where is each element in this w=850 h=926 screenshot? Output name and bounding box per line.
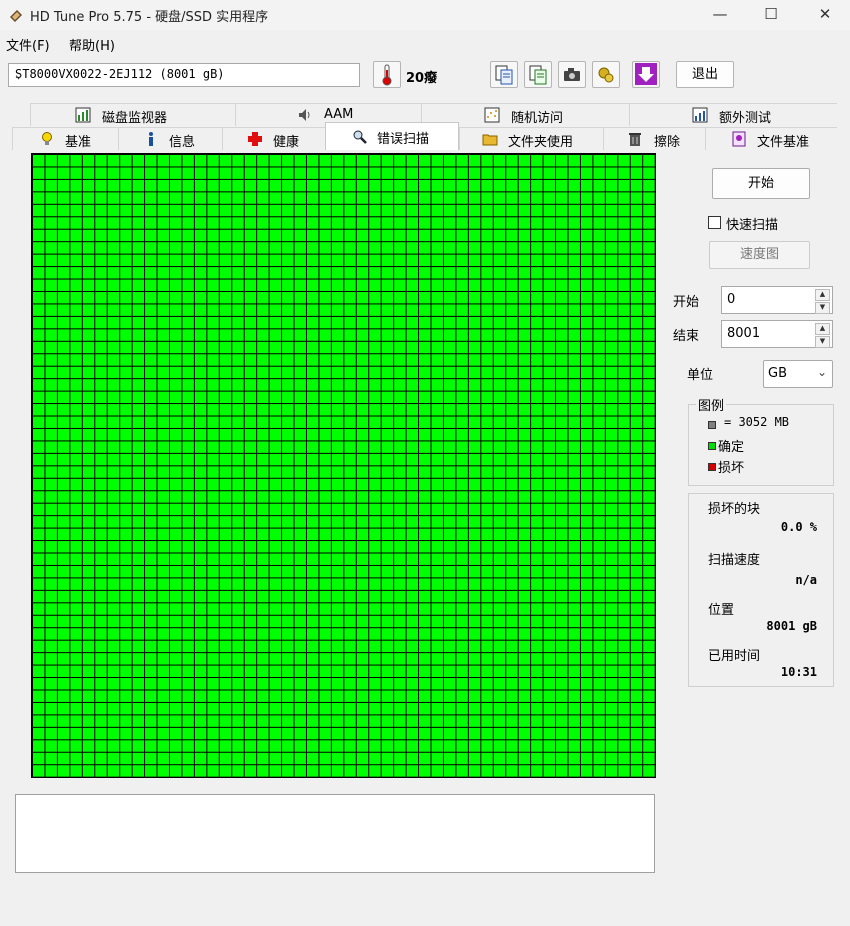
- unit-select-value: GB: [768, 366, 787, 381]
- speed-map-button[interactable]: 速度图: [709, 241, 810, 269]
- damaged-swatch: [708, 463, 716, 471]
- end-position-input[interactable]: 8001 ▲ ▼: [721, 320, 833, 348]
- trash-icon: [629, 133, 641, 146]
- damaged-blocks-label: 损坏的块: [708, 502, 761, 517]
- chart-icon: [75, 107, 91, 123]
- download-arrow-icon: [635, 63, 657, 85]
- camera-icon: [564, 68, 580, 81]
- quick-scan-label: 快速扫描: [726, 218, 779, 233]
- speaker-icon: [299, 109, 310, 121]
- block-size-text: = 3052 MB: [724, 415, 790, 429]
- end-position-value: 8001: [727, 326, 761, 341]
- spin-up-icon[interactable]: ▲: [815, 289, 830, 301]
- end-label: 结束: [673, 329, 700, 344]
- window-title: HD Tune Pro 5.75 - 硬盘/SSD 实用程序: [30, 10, 269, 25]
- chevron-down-icon: ⌄: [15, 67, 23, 81]
- menu-bar: [0, 31, 850, 55]
- tab-extra-tests[interactable]: 额外测试: [629, 103, 837, 126]
- chart-icon: [692, 107, 708, 123]
- copy-text-icon: [495, 65, 513, 85]
- copy-text-button[interactable]: [490, 61, 518, 88]
- spin-down-icon[interactable]: ▼: [815, 336, 830, 348]
- quick-scan-checkbox[interactable]: [708, 216, 721, 229]
- save-button[interactable]: [632, 61, 660, 88]
- tab-benchmark[interactable]: 基准: [12, 127, 118, 150]
- scan-block-grid: [31, 153, 656, 778]
- elapsed-value: 10:31: [780, 665, 817, 679]
- scan-speed-label: 扫描速度: [708, 553, 761, 568]
- legend-title: 图例: [696, 395, 727, 414]
- scan-speed-value: n/a: [795, 573, 817, 587]
- copy-info-button[interactable]: [524, 61, 552, 88]
- ok-label: 确定: [718, 440, 745, 455]
- block-size-swatch: [708, 421, 716, 429]
- thermometer-icon: [382, 64, 392, 86]
- menu-help[interactable]: 帮助(H): [69, 35, 115, 54]
- unit-select[interactable]: GB ⌄: [763, 360, 833, 388]
- start-spinner[interactable]: ▲ ▼: [815, 289, 830, 314]
- app-icon: [10, 10, 22, 22]
- damaged-blocks-value: 0.0 %: [780, 520, 817, 534]
- start-label: 开始: [673, 295, 700, 310]
- magnifier-icon: [353, 130, 367, 144]
- tab-health[interactable]: 健康: [222, 127, 325, 150]
- temperature-button[interactable]: [373, 61, 401, 88]
- start-position-input[interactable]: 0 ▲ ▼: [721, 286, 833, 314]
- tab-info[interactable]: 信息: [118, 127, 222, 150]
- spin-up-icon[interactable]: ▲: [815, 323, 830, 335]
- tab-erase[interactable]: 擦除: [603, 127, 705, 150]
- log-box: [15, 794, 655, 873]
- info-icon: [149, 132, 153, 146]
- file-benchmark-icon: [732, 131, 746, 147]
- maximize-button[interactable]: ☐: [748, 0, 794, 30]
- close-button[interactable]: ✕: [802, 0, 848, 30]
- cross-icon: [248, 132, 262, 146]
- tab-error-scan[interactable]: 错误扫描: [325, 122, 459, 150]
- damaged-label: 损坏: [718, 461, 745, 476]
- tab-disk-monitor[interactable]: 磁盘监视器: [30, 103, 235, 126]
- minimize-button[interactable]: —: [697, 0, 743, 30]
- tab-file-benchmark[interactable]: 文件基准: [705, 127, 837, 150]
- start-button[interactable]: 开始: [712, 168, 810, 199]
- screenshot-button[interactable]: [558, 61, 586, 88]
- start-position-value: 0: [727, 292, 736, 307]
- position-value: 8001 gB: [766, 619, 817, 633]
- folder-icon: [482, 134, 498, 146]
- exit-button[interactable]: 退出: [676, 61, 734, 88]
- scatter-icon: [484, 107, 500, 123]
- elapsed-label: 已用时间: [708, 649, 761, 664]
- tab-folder-usage[interactable]: 文件夹使用: [459, 127, 603, 150]
- options-button[interactable]: [592, 61, 620, 88]
- spin-down-icon[interactable]: ▼: [815, 302, 830, 314]
- unit-label: 单位: [687, 368, 714, 383]
- ok-swatch: [708, 442, 716, 450]
- gear-icon: [598, 67, 614, 83]
- menu-file[interactable]: 文件(F): [6, 35, 50, 54]
- chevron-down-icon: ⌄: [816, 365, 827, 379]
- temperature-value: 20癈: [406, 71, 438, 86]
- drive-select[interactable]: ST8000VX0022-2EJ112 (8001 gB) ⌄: [8, 63, 360, 87]
- copy-info-icon: [529, 65, 547, 85]
- position-label: 位置: [708, 603, 735, 618]
- lightbulb-icon: [42, 132, 52, 145]
- end-spinner[interactable]: ▲ ▼: [815, 323, 830, 348]
